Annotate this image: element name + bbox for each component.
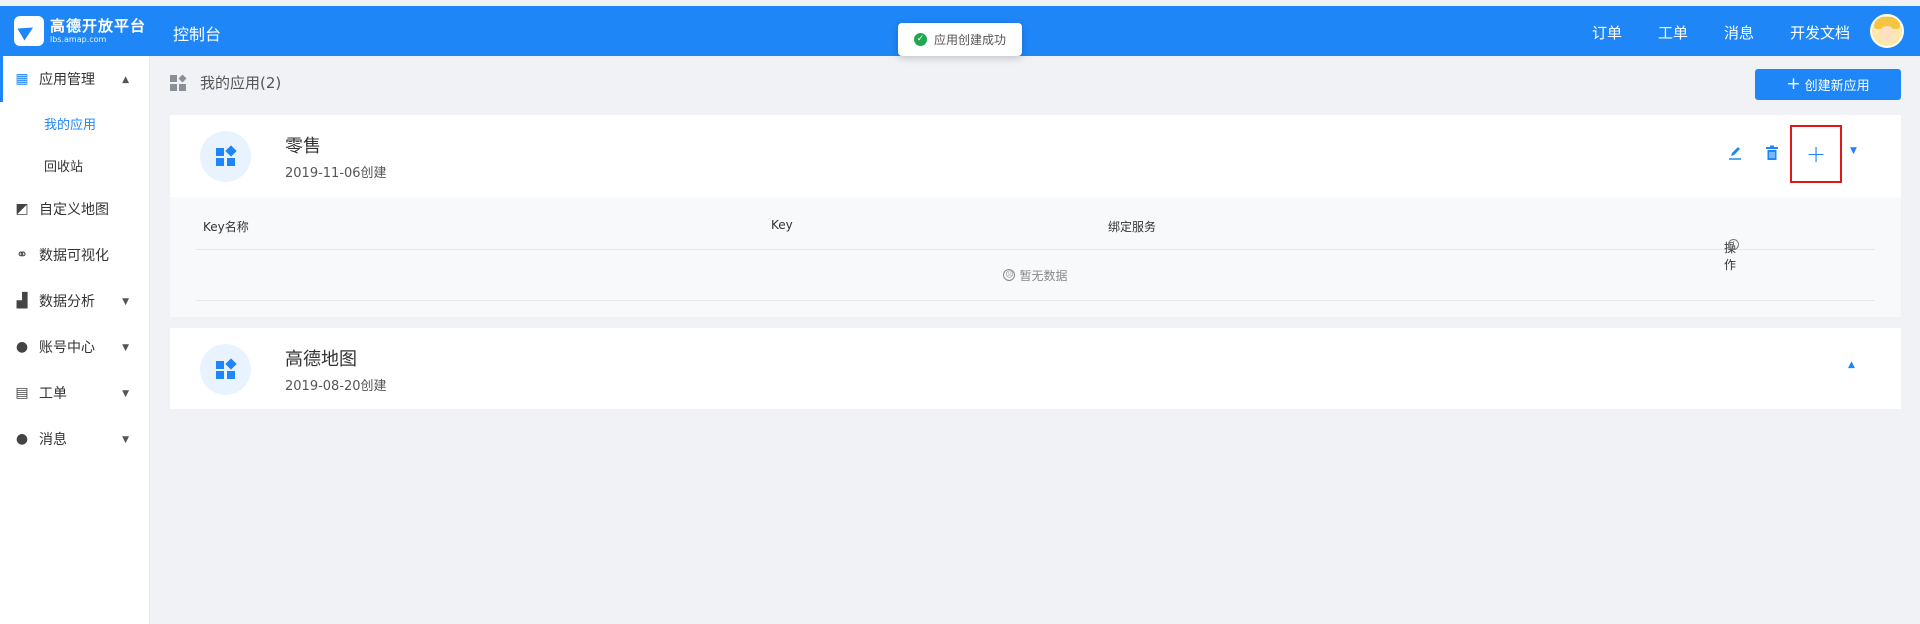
plus-icon: + [1786, 74, 1801, 94]
sidebar-subitem-recycle-bin[interactable]: 回收站 [0, 144, 149, 186]
info-icon[interactable]: i [1728, 239, 1739, 250]
caret-down-icon: ▼ [122, 343, 129, 353]
column-bound-service: 绑定服务 [1108, 220, 1157, 234]
app-card: 零售 2019-11-06创建 + ▼ Key名称 Key 绑定服务 操作 i ☹… [170, 115, 1901, 317]
sad-face-icon: ☹ [1003, 269, 1016, 281]
sidebar-item-custom-map[interactable]: ◩ 自定义地图 [0, 186, 149, 232]
trash-icon[interactable] [1764, 145, 1780, 161]
sidebar-item-label: 消息 [39, 432, 67, 448]
apps-icon: ▦ [15, 71, 29, 87]
plus-icon: + [1805, 140, 1827, 168]
table-header: Key名称 Key 绑定服务 操作 i [196, 197, 1875, 272]
edit-icon[interactable] [1727, 145, 1743, 161]
chart-icon: ▟ [16, 293, 28, 309]
map-icon: ◩ [15, 201, 29, 217]
toast-text: 应用创建成功 [934, 33, 1007, 47]
chat-icon: ● [15, 431, 29, 447]
key-table: Key名称 Key 绑定服务 操作 i ☹ 暂无数据 [170, 197, 1901, 317]
sidebar-item-label: 账号中心 [39, 340, 95, 356]
nav-tickets[interactable]: 工单 [1658, 22, 1688, 43]
logo-mark-icon [14, 16, 44, 46]
nav-messages[interactable]: 消息 [1724, 22, 1754, 43]
caret-down-icon: ▼ [122, 435, 129, 445]
app-created-date: 2019-11-06创建 [285, 166, 387, 181]
app-created-date: 2019-08-20创建 [285, 379, 387, 394]
column-key: Key [771, 218, 793, 232]
app-icon [200, 131, 251, 182]
caret-up-icon[interactable]: ▲ [1848, 360, 1855, 370]
sidebar-item-label: 自定义地图 [39, 202, 109, 218]
app-card-header: 高德地图 2019-08-20创建 ▲ [170, 328, 1901, 410]
sidebar-item-label: 数据分析 [39, 294, 95, 310]
empty-state-row: ☹ 暂无数据 [196, 250, 1875, 301]
sidebar-item-label: 应用管理 [39, 72, 95, 88]
avatar[interactable] [1870, 14, 1904, 48]
empty-text: 暂无数据 [1019, 268, 1068, 283]
console-title[interactable]: 控制台 [173, 21, 221, 45]
sidebar-item-label: 工单 [39, 386, 67, 402]
caret-down-icon: ▼ [122, 297, 129, 307]
caret-down-icon: ▼ [122, 389, 129, 399]
user-icon: ● [15, 339, 29, 355]
app-icon [200, 344, 251, 395]
success-toast: ✓ 应用创建成功 [898, 23, 1022, 56]
sidebar-item-messages[interactable]: ● 消息 ▼ [0, 416, 149, 462]
nav-orders[interactable]: 订单 [1592, 22, 1622, 43]
create-app-button[interactable]: + 创建新应用 [1755, 69, 1901, 100]
sidebar-item-label: 数据可视化 [39, 248, 109, 264]
top-nav-links: 订单 工单 消息 开发文档 [1592, 22, 1850, 43]
app-name: 高德地图 [285, 349, 357, 370]
app-card-header: 零售 2019-11-06创建 + ▼ [170, 115, 1901, 197]
sidebar-item-data-viz[interactable]: ⚭ 数据可视化 [0, 232, 149, 278]
amap-logo[interactable]: 高德开放平台 lbs.amap.com [14, 15, 154, 47]
page-title: 我的应用(2) [200, 74, 282, 92]
sidebar-subitem-my-apps[interactable]: 我的应用 [0, 102, 149, 144]
sidebar-item-account[interactable]: ● 账号中心 ▼ [0, 324, 149, 370]
column-key-name: Key名称 [203, 220, 249, 234]
app-name: 零售 [285, 136, 321, 157]
sidebar-item-app-management[interactable]: ▦ 应用管理 ▲ [0, 56, 149, 102]
create-app-label: 创建新应用 [1804, 79, 1870, 94]
data-viz-icon: ⚭ [16, 247, 28, 263]
clipboard-icon: ▤ [15, 385, 29, 401]
sidebar: ▦ 应用管理 ▲ 我的应用 回收站 ◩ 自定义地图 ⚭ 数据可视化 ▟ 数据分析… [0, 56, 150, 624]
page-header: 我的应用(2) [170, 72, 281, 93]
sidebar-item-tickets[interactable]: ▤ 工单 ▼ [0, 370, 149, 416]
app-card: 高德地图 2019-08-20创建 ▲ [170, 328, 1901, 409]
caret-up-icon: ▲ [122, 75, 129, 85]
caret-down-icon[interactable]: ▼ [1850, 146, 1857, 156]
check-circle-icon: ✓ [914, 33, 927, 46]
logo-title: 高德开放平台 [50, 16, 147, 35]
sidebar-item-data-analysis[interactable]: ▟ 数据分析 ▼ [0, 278, 149, 324]
logo-subtitle: lbs.amap.com [50, 34, 107, 44]
add-key-button[interactable]: + [1790, 125, 1842, 183]
nav-docs[interactable]: 开发文档 [1790, 22, 1850, 43]
grid-icon [170, 74, 187, 91]
